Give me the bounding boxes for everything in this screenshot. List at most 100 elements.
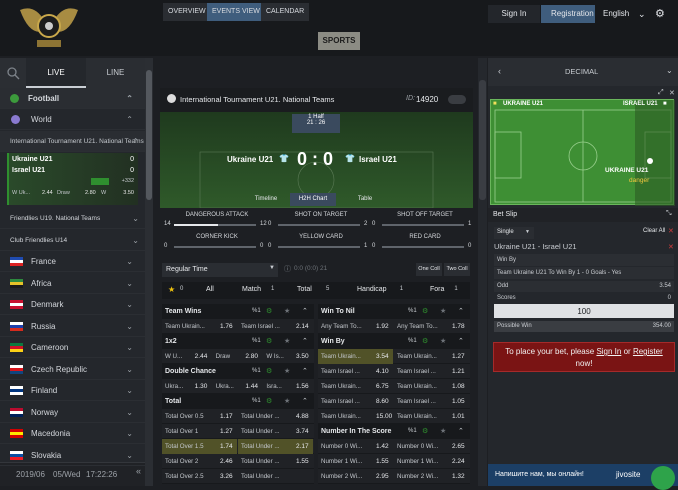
- odd-cell[interactable]: Total Over 0.5 1.17: [162, 409, 237, 424]
- odd-cell[interactable]: Team Ukrain... 3.54: [318, 349, 393, 364]
- odd-cell[interactable]: Draw 2.80: [213, 349, 263, 364]
- center-scrollbar-thumb[interactable]: [479, 80, 486, 200]
- country-row[interactable]: Denmark ⌄: [0, 294, 145, 315]
- filter-tab[interactable]: Match: [242, 286, 261, 293]
- one-column-button[interactable]: One Coll: [416, 263, 442, 276]
- filter-tab[interactable]: All: [206, 286, 214, 293]
- market-settings-icon[interactable]: ⚙: [422, 307, 428, 315]
- country-row[interactable]: Czech Republic ⌄: [0, 359, 145, 380]
- info-icon[interactable]: ⓘ: [284, 264, 291, 274]
- odd-cell[interactable]: Total Over 2.5 3.26: [162, 469, 237, 484]
- star-icon[interactable]: ★: [284, 337, 290, 345]
- odd-cell[interactable]: Ukra... 1.44: [213, 379, 263, 394]
- favorites-star-icon[interactable]: ★: [168, 285, 175, 294]
- register-link[interactable]: Register: [633, 347, 663, 356]
- odd-cell[interactable]: Any Team To... 1.78: [394, 319, 469, 334]
- odd-cell[interactable]: Team Ukrain... 1.08: [394, 379, 469, 394]
- filter-tab[interactable]: Fora: [430, 286, 444, 293]
- odd-cell[interactable]: Ukra... 1.30: [162, 379, 212, 394]
- more-markets-count[interactable]: +332: [122, 178, 134, 184]
- stake-input[interactable]: [494, 304, 674, 318]
- clear-all-button[interactable]: Clear All: [643, 228, 665, 234]
- market-settings-icon[interactable]: ⚙: [266, 397, 272, 405]
- country-row[interactable]: Norway ⌄: [0, 402, 145, 423]
- odd-cell[interactable]: Any Team To... 1.92: [318, 319, 393, 334]
- market-settings-icon[interactable]: ⚙: [266, 367, 272, 375]
- odd-cell[interactable]: Team Ukrain... 1.01: [394, 409, 469, 424]
- signin-button[interactable]: Sign In: [488, 5, 540, 23]
- odd-cell[interactable]: Number 2 Wi... 2.95: [318, 469, 393, 484]
- country-row[interactable]: France ⌄: [0, 251, 145, 272]
- odd-cell[interactable]: Team Israel ... 1.21: [394, 364, 469, 379]
- filter-tab[interactable]: Total: [297, 286, 312, 293]
- country-row[interactable]: Slovakia ⌄: [0, 445, 145, 466]
- market-settings-icon[interactable]: ⚙: [422, 337, 428, 345]
- market-header[interactable]: Win To Nil %1 ⚙ ★ ⌃: [318, 304, 470, 319]
- odd-cell[interactable]: Team Israel ... 4.10: [318, 364, 393, 379]
- odd-cell[interactable]: Team Ukrain... 6.75: [318, 379, 393, 394]
- chevron-up-icon[interactable]: ⌃: [302, 397, 308, 405]
- star-icon[interactable]: ★: [440, 337, 446, 345]
- market-header[interactable]: Double Chance %1 ⚙ ★ ⌃: [162, 364, 314, 379]
- collapse-icon[interactable]: «: [136, 466, 141, 476]
- chevron-up-icon[interactable]: ⌃: [458, 427, 464, 435]
- chat-icon[interactable]: [651, 466, 675, 490]
- odd-cell[interactable]: Total Over 1.5 1.74: [162, 439, 237, 454]
- odd-cell[interactable]: Total Over 1 1.27: [162, 424, 237, 439]
- star-icon[interactable]: ★: [440, 307, 446, 315]
- toggle-switch[interactable]: [448, 95, 466, 104]
- registration-button[interactable]: Registration: [541, 5, 595, 23]
- sports-button[interactable]: SPORTS: [318, 32, 360, 50]
- search-icon[interactable]: [0, 58, 26, 88]
- odd-cell[interactable]: Team Israel ... 2.14: [238, 319, 313, 334]
- odd-cell[interactable]: Team Ukrain... 15.00: [318, 409, 393, 424]
- chat-widget[interactable]: Напишите нам, мы онлайн! jivosite: [488, 464, 678, 490]
- chevron-left-icon[interactable]: ‹: [498, 66, 501, 76]
- odd-cell[interactable]: Team Israel ... 8.60: [318, 394, 393, 409]
- remove-bet-icon[interactable]: ✕: [668, 243, 674, 251]
- odd-cell[interactable]: Isra... 1.56: [263, 379, 313, 394]
- country-row[interactable]: Finland ⌄: [0, 380, 145, 401]
- odd-cell[interactable]: Number 0 Wi... 1.42: [318, 439, 393, 454]
- odd-cell[interactable]: W U... 2.44: [162, 349, 212, 364]
- odd-cell[interactable]: Number 0 Wi... 2.65: [394, 439, 469, 454]
- star-icon[interactable]: ★: [284, 367, 290, 375]
- subtab-table[interactable]: Table: [344, 193, 386, 206]
- category-world[interactable]: World ⌃: [0, 109, 145, 130]
- left-scrollbar-thumb[interactable]: [146, 70, 152, 200]
- market-header[interactable]: Win By %1 ⚙ ★ ⌃: [318, 334, 470, 349]
- odds-format-label[interactable]: DECIMAL: [565, 67, 598, 76]
- close-icon[interactable]: ✕: [668, 227, 674, 235]
- odd-cell[interactable]: Total Under ... 3.74: [238, 424, 313, 439]
- odd-cell[interactable]: Team Israel ... 1.05: [394, 394, 469, 409]
- odd-cell[interactable]: Total Under ... 4.88: [238, 409, 313, 424]
- chevron-up-icon[interactable]: ⌃: [302, 307, 308, 315]
- odd-cell[interactable]: Team Ukrain... 1.76: [162, 319, 237, 334]
- tab-events-view[interactable]: EVENTS VIEW: [207, 3, 265, 21]
- tournament-row[interactable]: Friendlies U19. National Teams ⌄: [0, 208, 145, 229]
- country-row[interactable]: Africa ⌄: [0, 273, 145, 294]
- market-header[interactable]: Total %1 ⚙ ★ ⌃: [162, 394, 314, 409]
- odd-cell[interactable]: Total Under ... 1.55: [238, 454, 313, 469]
- expand-icon[interactable]: ⤢: [658, 89, 664, 97]
- odd-cell[interactable]: Number 2 Wi... 1.32: [394, 469, 469, 484]
- market-settings-icon[interactable]: ⚙: [266, 337, 272, 345]
- tournament-row[interactable]: Club Friendlies U14 ⌄: [0, 230, 145, 251]
- subtab-h2h-chart[interactable]: H2H Chart: [290, 193, 336, 206]
- odd-cell[interactable]: W Is... 3.50: [263, 349, 313, 364]
- chevron-up-icon[interactable]: ⌃: [302, 337, 308, 345]
- logo[interactable]: [10, 2, 88, 54]
- live-match-card[interactable]: Ukraine U21 0 Israel U21 0 +332 W Uk... …: [7, 153, 138, 205]
- star-icon[interactable]: ★: [284, 397, 290, 405]
- chevron-up-icon[interactable]: ⌃: [458, 307, 464, 315]
- filter-tab[interactable]: Handicap: [357, 286, 387, 293]
- odd-cell[interactable]: Number 1 Wi... 2.24: [394, 454, 469, 469]
- period-select[interactable]: Regular Time ▼: [162, 263, 278, 277]
- chevron-up-icon[interactable]: ⌃: [458, 337, 464, 345]
- signin-link[interactable]: Sign In: [596, 347, 621, 356]
- odd-cell[interactable]: Total Under ... 2.17: [238, 439, 313, 454]
- language-select[interactable]: English: [603, 5, 629, 23]
- collapse-icon[interactable]: ⤡: [666, 210, 672, 218]
- subtab-timeline[interactable]: Timeline: [245, 193, 287, 206]
- gear-icon[interactable]: ⚙: [655, 5, 665, 23]
